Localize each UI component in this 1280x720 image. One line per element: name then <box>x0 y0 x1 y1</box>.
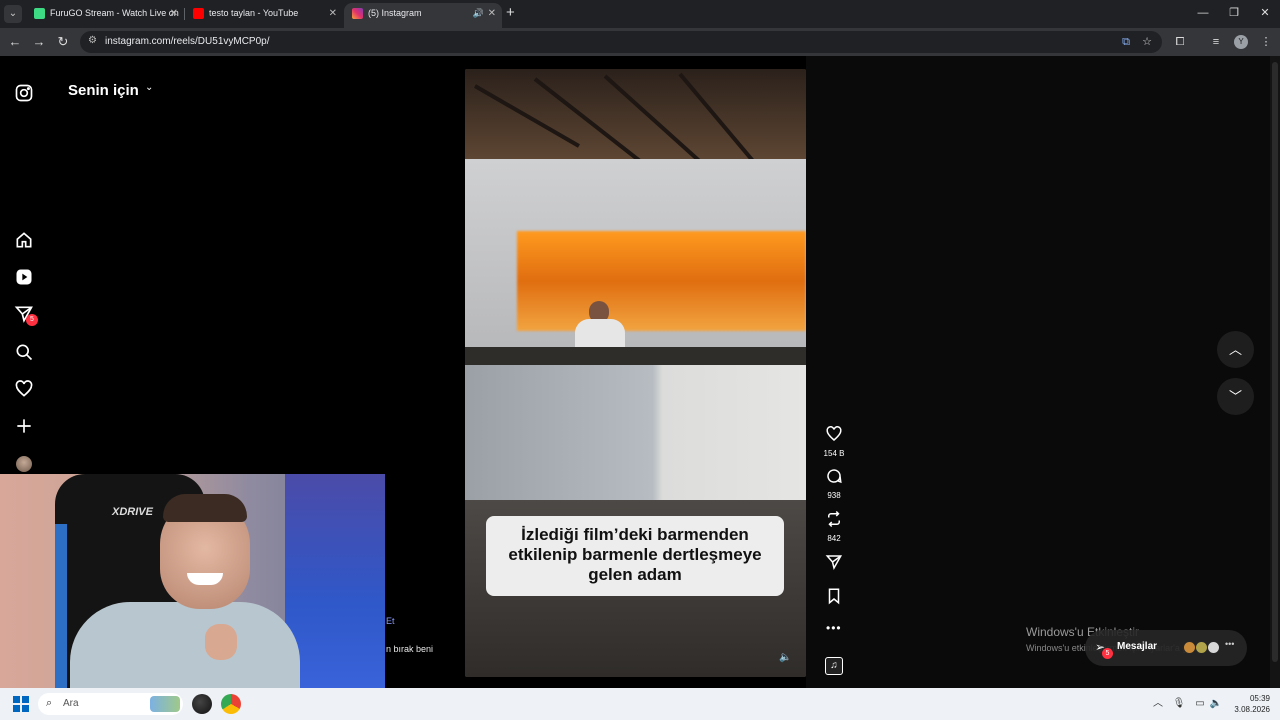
scrollbar-thumb[interactable] <box>1272 62 1278 662</box>
reload-button[interactable]: ↻ <box>54 33 72 51</box>
reel-video[interactable]: İzlediği film’deki barmenden etkilenip b… <box>465 69 806 677</box>
chevron-up-icon[interactable]: ︿ <box>1151 697 1165 711</box>
address-bar[interactable]: ⚙ instagram.com/reels/DU51vyMCP0p/ ⧉ ☆ <box>80 31 1162 53</box>
share-button[interactable] <box>822 553 846 576</box>
video-scene-bar-front <box>465 365 806 500</box>
page-background <box>806 56 1280 688</box>
video-caption-box: İzlediği film’deki barmenden etkilenip b… <box>486 516 784 596</box>
browser-tab-bar: ⌄ FuruGO Stream - Watch Live on ✕ testo … <box>0 0 1280 28</box>
comment-button[interactable]: 938 <box>822 467 846 500</box>
close-icon[interactable]: ✕ <box>170 3 178 24</box>
tab-title: FuruGO Stream - Watch Live on <box>50 8 179 18</box>
comment-count: 938 <box>827 491 841 500</box>
close-window-button[interactable]: ✕ <box>1255 4 1275 22</box>
webcam-person-hand <box>205 624 237 660</box>
bookmark-icon <box>828 588 840 605</box>
url-text[interactable]: instagram.com/reels/DU51vyMCP0p/ <box>105 31 270 53</box>
like-button[interactable]: 154 B <box>822 425 846 458</box>
instagram-logo-icon[interactable] <box>14 83 34 103</box>
avatar <box>1207 641 1220 654</box>
follow-link-fragment[interactable]: Et <box>386 616 395 626</box>
site-info-icon[interactable]: ⚙ <box>88 35 100 47</box>
tab-furugo[interactable]: FuruGO Stream - Watch Live on ✕ <box>26 3 184 28</box>
taskbar-clock[interactable]: 05:39 3.08.2026 <box>1226 693 1270 715</box>
webcam-overlay: XDRIVE <box>0 474 385 690</box>
messages-badge: 5 <box>1102 648 1113 659</box>
next-reel-button[interactable]: ﹀ <box>1217 378 1254 415</box>
network-icon[interactable]: ▭ <box>1193 697 1207 711</box>
tab-youtube[interactable]: testo taylan - YouTube ✕ <box>185 3 343 28</box>
messages-button[interactable]: ➢ 5 Mesajlar ••• <box>1085 630 1247 666</box>
feed-title[interactable]: Senin için <box>68 82 139 99</box>
repost-icon <box>828 510 840 528</box>
clock-time: 05:39 <box>1249 694 1270 703</box>
previous-reel-button[interactable]: ︿ <box>1217 331 1254 368</box>
tab-title: testo taylan - YouTube <box>209 8 299 18</box>
chrome-app-icon[interactable] <box>221 694 241 714</box>
restore-button[interactable]: ❐ <box>1224 4 1244 22</box>
volume-icon[interactable]: 🔈 <box>779 652 791 664</box>
caption-fragment: n bırak beni <box>386 644 434 654</box>
webcam-chair-logo: XDRIVE <box>112 506 153 518</box>
heart-icon <box>826 426 842 441</box>
webcam-chair-stripe <box>55 524 67 690</box>
bookmark-star-icon[interactable]: ☆ <box>1139 34 1155 50</box>
like-count: 154 B <box>823 449 845 458</box>
search-icon[interactable] <box>14 342 34 362</box>
create-plus-icon[interactable] <box>14 416 34 436</box>
repost-button[interactable]: 842 <box>822 510 846 543</box>
profile-avatar[interactable]: Y <box>1234 35 1248 49</box>
webcam-person-body <box>70 602 300 690</box>
search-highlight-image <box>150 696 180 712</box>
windows-taskbar: ⌕ Ara ︿ 🎙 ▭ 🔈 05:39 3.08.2026 <box>0 688 1280 720</box>
home-icon[interactable] <box>14 230 34 250</box>
send-icon <box>825 555 843 571</box>
menu-icon[interactable]: ⋮ <box>1258 34 1274 50</box>
reels-icon[interactable] <box>14 267 34 287</box>
furugo-favicon-icon <box>34 8 45 19</box>
webcam-background-light <box>285 474 385 690</box>
tab-search-button[interactable]: ⌄ <box>4 5 22 23</box>
browser-toolbar: ← → ↻ ⚙ instagram.com/reels/DU51vyMCP0p/… <box>0 28 1280 56</box>
repost-count: 842 <box>827 534 841 543</box>
audio-track-icon[interactable]: ♫ <box>825 657 843 675</box>
video-caption-text: İzlediği film’deki barmenden etkilenip b… <box>508 525 762 584</box>
messages-label: Mesajlar <box>1117 641 1158 652</box>
windows-start-icon[interactable] <box>13 696 29 712</box>
translate-icon[interactable]: ⧉ <box>1118 34 1134 50</box>
chevron-down-icon[interactable]: ⌄ <box>145 82 153 93</box>
new-tab-button[interactable]: + <box>506 5 520 21</box>
more-options-icon: ••• <box>1225 639 1235 649</box>
save-button[interactable] <box>822 587 846 610</box>
clock-date: 3.08.2026 <box>1234 705 1270 714</box>
close-icon[interactable]: ✕ <box>329 3 337 24</box>
taskbar-search[interactable]: ⌕ Ara <box>38 693 183 715</box>
profile-avatar-small[interactable] <box>16 456 32 472</box>
microphone-icon[interactable]: 🎙 <box>1172 697 1186 711</box>
video-scene-person <box>575 301 625 349</box>
close-icon[interactable]: ✕ <box>488 3 496 24</box>
forward-button[interactable]: → <box>30 33 48 51</box>
volume-icon[interactable]: 🔈 <box>1209 697 1223 711</box>
minimize-button[interactable]: — <box>1193 4 1213 22</box>
back-button[interactable]: ← <box>6 33 24 51</box>
more-options-icon[interactable]: ••• <box>826 621 842 635</box>
youtube-favicon-icon <box>193 8 204 19</box>
tab-title: (5) Instagram <box>368 8 422 18</box>
speaker-icon[interactable]: 🔊 <box>473 3 484 24</box>
tab-instagram[interactable]: (5) Instagram 🔊 ✕ <box>344 3 502 28</box>
media-control-icon[interactable]: ≡ <box>1208 34 1224 50</box>
heart-icon[interactable] <box>14 379 34 399</box>
taskbar-search-placeholder: Ara <box>63 698 79 709</box>
extensions-icon[interactable]: ⧠ <box>1172 34 1188 50</box>
scrollbar[interactable] <box>1270 56 1280 688</box>
instagram-favicon-icon <box>352 8 363 19</box>
search-icon: ⌕ <box>46 697 53 709</box>
comment-icon <box>827 469 842 484</box>
video-scene-backlight <box>517 231 806 331</box>
webcam-person-hair <box>163 494 247 522</box>
notification-badge: 5 <box>26 314 38 326</box>
obs-app-icon[interactable] <box>192 694 212 714</box>
